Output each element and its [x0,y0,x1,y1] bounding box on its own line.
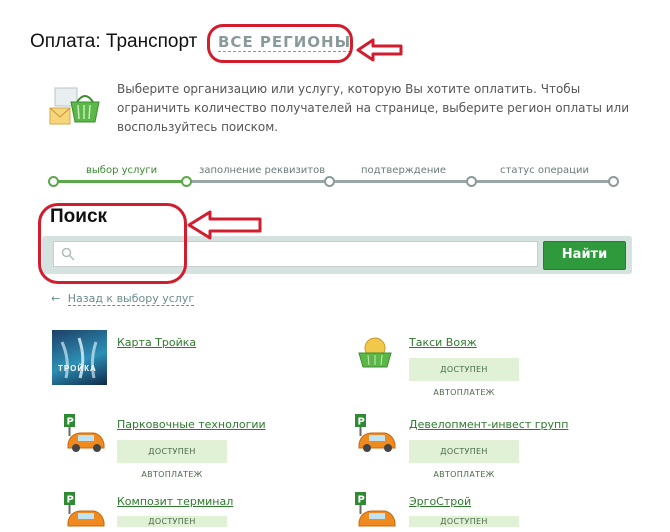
autopay-badge: ДОСТУПЕН АВТОПЛАТЕЖ [117,440,227,479]
step-progress-remaining [185,180,613,183]
org-link-ergostroy[interactable]: ЭргоСтрой [409,495,471,508]
arrow-left-icon: ← [51,292,61,305]
find-button[interactable]: Найти [543,241,626,270]
payment-basket-icon [49,87,100,125]
annotation-circle-regions [207,24,353,63]
step-dot-start [48,176,59,187]
step-fill-details: заполнение реквизитов [199,165,326,176]
autopay-badge: ДОСТУПЕН АВТОПЛАТЕЖ [409,440,519,479]
org-link-taxi-voyage[interactable]: Такси Вояж [409,336,477,349]
step-dot-2 [324,176,335,187]
step-progress-done [53,180,185,183]
troika-card-logo[interactable]: ТРОЙКА [52,330,107,385]
svg-text:P: P [358,495,365,506]
troika-logo-text: ТРОЙКА [58,364,97,373]
svg-text:P: P [358,417,365,428]
step-select-service: выбор услуги [86,165,158,176]
troika-horses-icon [60,337,98,379]
annotation-arrow-search [187,210,262,240]
page-description: Выберите организацию или услугу, которую… [117,82,630,134]
page-title: Оплата: Транспорт [30,31,198,52]
basket-icon [358,337,392,368]
autopay-badge: ДОСТУПЕН АВТОПЛАТЕЖ [409,516,519,527]
back-to-services-link[interactable]: ← Назад к выбору услуг [51,292,195,306]
org-link-composite-terminal[interactable]: Композит терминал [117,495,233,508]
parking-car-icon: P [355,414,396,452]
autopay-badge: ДОСТУПЕН АВТОПЛАТЕЖ [117,516,227,527]
org-link-troika[interactable]: Карта Тройка [117,336,196,349]
parking-car-icon: P [64,414,105,452]
step-dot-3 [466,176,477,187]
autopay-badge: ДОСТУПЕН АВТОПЛАТЕЖ [409,358,519,397]
step-dot-1 [181,176,192,187]
annotation-circle-search [38,203,187,284]
annotation-arrow-regions [356,38,403,62]
svg-text:P: P [67,417,74,428]
step-dot-4 [608,176,619,187]
parking-car-icon: P [355,492,396,527]
step-confirmation: подтверждение [361,165,447,176]
step-operation-status: статус операции [500,165,589,176]
svg-text:P: P [67,495,74,506]
org-link-development-invest[interactable]: Девелопмент-инвест групп [409,418,568,431]
org-link-parking-tech[interactable]: Парковочные технологии [117,418,266,431]
back-link-label: Назад к выбору услуг [67,292,195,306]
parking-car-icon: P [64,492,105,527]
